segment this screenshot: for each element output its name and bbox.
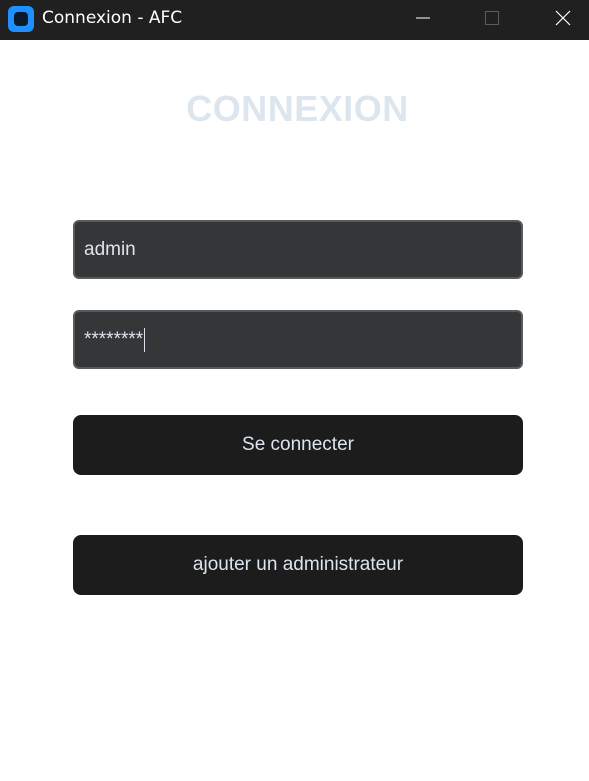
minimize-button[interactable] — [400, 0, 446, 36]
maximize-button[interactable] — [469, 0, 515, 36]
password-value: ******** — [84, 328, 144, 350]
close-icon — [555, 10, 571, 26]
username-value: admin — [84, 238, 136, 260]
app-window: Connexion - AFC CONNEXION admin ******** — [0, 0, 589, 781]
app-icon — [8, 6, 34, 32]
password-field[interactable]: ******** — [73, 310, 523, 369]
add-admin-button[interactable]: ajouter un administrateur — [73, 535, 523, 595]
login-panel: CONNEXION admin ******** Se connecter aj… — [0, 40, 589, 781]
username-field[interactable]: admin — [73, 220, 523, 279]
app-icon-inner — [14, 12, 28, 26]
title-bar[interactable]: Connexion - AFC — [0, 0, 589, 40]
maximize-icon — [485, 11, 499, 25]
text-caret — [144, 327, 146, 352]
close-button[interactable] — [540, 0, 586, 36]
window-title: Connexion - AFC — [42, 8, 183, 28]
page-title: CONNEXION — [186, 88, 409, 129]
minimize-icon — [416, 17, 430, 19]
login-button[interactable]: Se connecter — [73, 415, 523, 475]
